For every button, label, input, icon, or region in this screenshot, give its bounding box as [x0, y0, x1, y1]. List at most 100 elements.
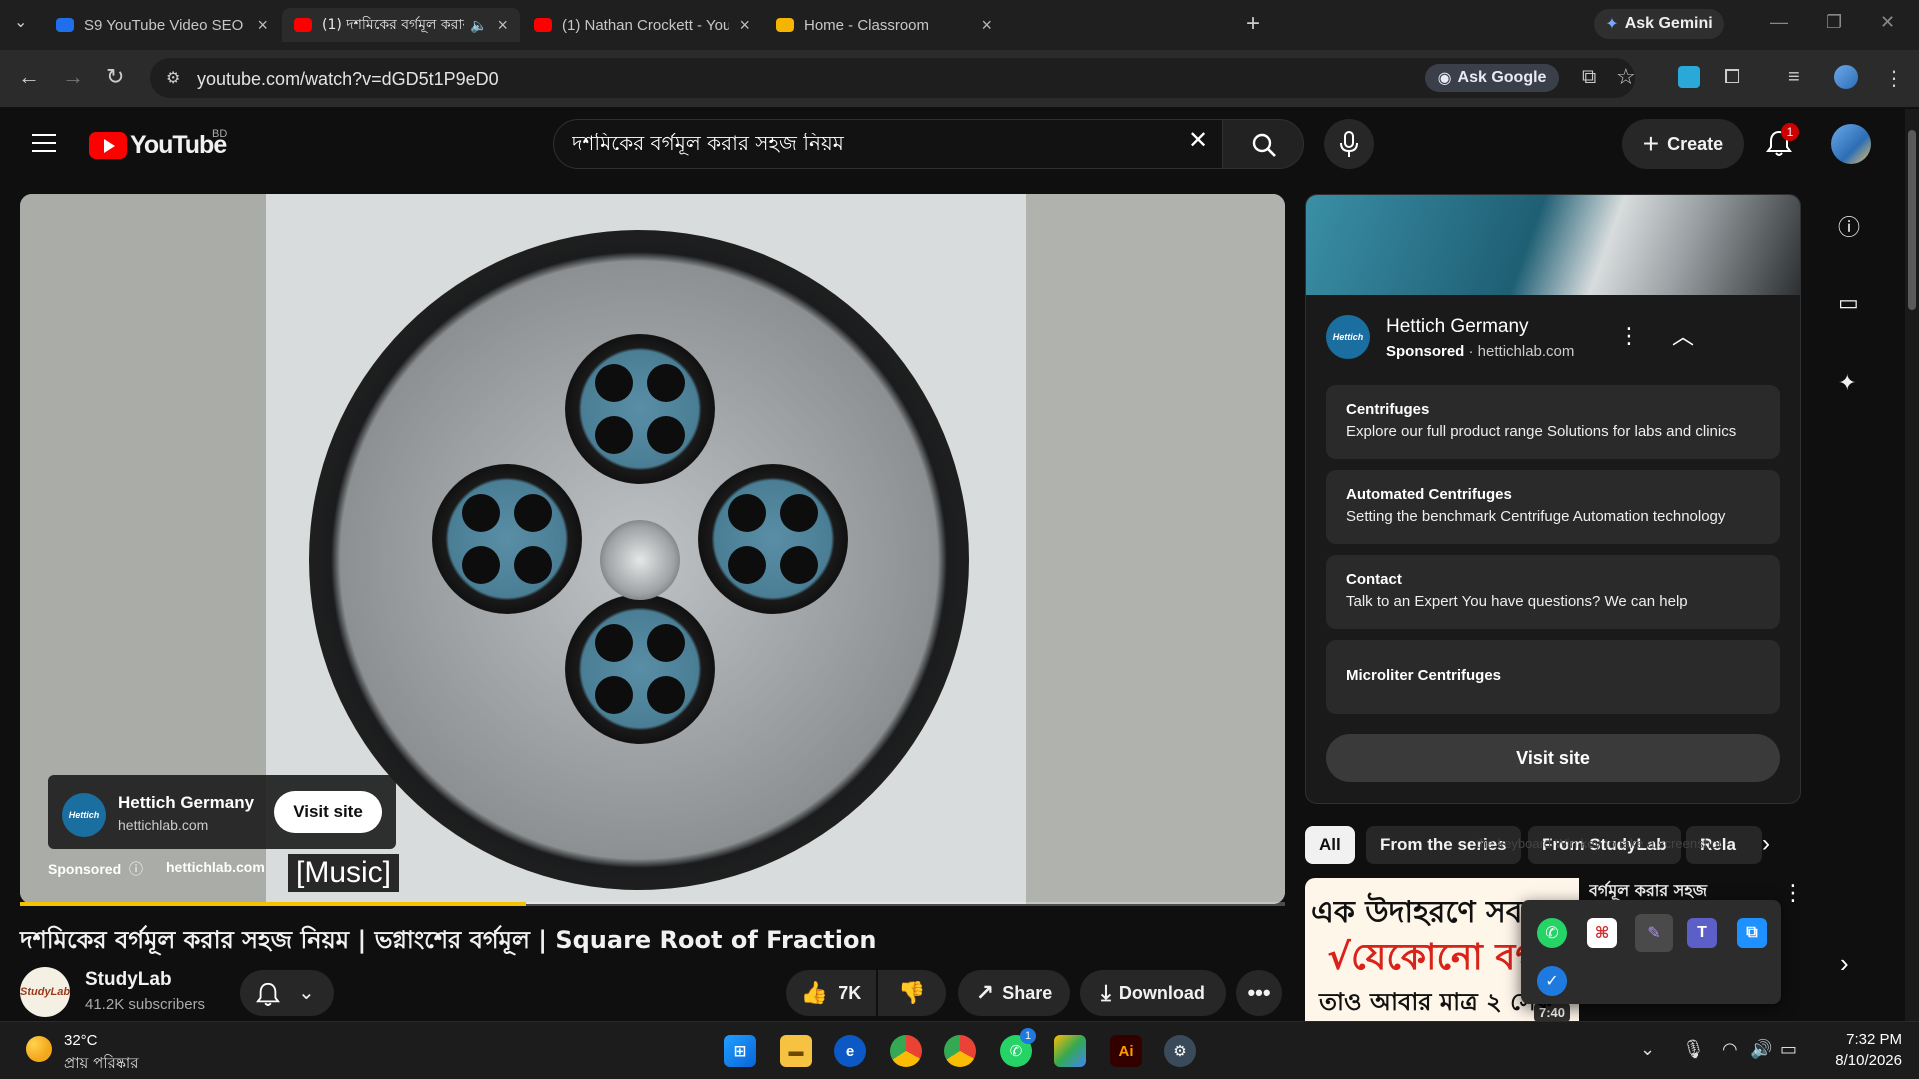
clear-search-icon[interactable]: ✕: [1188, 126, 1208, 155]
more-actions-button[interactable]: •••: [1236, 970, 1282, 1016]
tab-close-icon[interactable]: ×: [257, 15, 268, 36]
address-bar[interactable]: ⚙ youtube.com/watch?v=dGD5t1P9eD0 ◉ Ask …: [150, 58, 1636, 98]
pdf-app-icon[interactable]: ⌘: [1587, 918, 1617, 948]
install-app-icon[interactable]: ⧉: [1582, 66, 1596, 89]
adobe-illustrator-icon[interactable]: Ai: [1110, 1035, 1142, 1067]
tab-seo-workshop[interactable]: S9 YouTube Video SEO | Workm ×: [44, 8, 280, 42]
ad-sitelink[interactable]: Centrifuges Explore our full product ran…: [1326, 385, 1780, 459]
notification-preference-button[interactable]: ⌄: [240, 970, 334, 1016]
close-window-icon[interactable]: ✕: [1880, 12, 1895, 33]
site-info-icon[interactable]: ⚙: [166, 68, 180, 88]
pen-app-icon[interactable]: ✎: [1635, 914, 1673, 952]
security-shield-icon[interactable]: ✓: [1537, 966, 1567, 996]
like-button[interactable]: 👍 7K: [786, 970, 876, 1016]
create-button[interactable]: + Create: [1622, 119, 1744, 169]
youtube-logo[interactable]: YouTube BD: [89, 128, 227, 160]
channel-name[interactable]: StudyLab: [85, 969, 172, 991]
visit-site-button[interactable]: Visit site: [274, 791, 382, 833]
sponsored-domain-link[interactable]: hettichlab.com: [166, 859, 265, 875]
tab-current-video[interactable]: (1) দশমিকের বর্গমূল করার স 🔈 ×: [282, 8, 520, 42]
chrome-profile-icon[interactable]: [944, 1035, 976, 1067]
channel-avatar[interactable]: StudyLab: [20, 967, 70, 1017]
new-tab-icon[interactable]: +: [1246, 10, 1260, 38]
bookmark-star-icon[interactable]: ☆: [1616, 64, 1636, 90]
tab-close-icon[interactable]: ×: [739, 15, 750, 36]
subscriber-count: 41.2K subscribers: [85, 996, 206, 1013]
share-button[interactable]: ↗ Share: [958, 970, 1070, 1016]
voice-search-button[interactable]: [1324, 119, 1374, 169]
tab-nathan-crockett[interactable]: (1) Nathan Crockett - YouTube ×: [522, 8, 762, 42]
snipping-tool-icon[interactable]: ⧉: [1737, 918, 1767, 948]
next-chevron-icon[interactable]: ›: [1840, 948, 1849, 979]
screenshot-hint-text: the keyboard Win key to take a screensho…: [1476, 836, 1722, 851]
notification-badge: 1: [1781, 123, 1799, 141]
account-avatar[interactable]: [1831, 124, 1871, 164]
edge-browser-icon[interactable]: e: [834, 1035, 866, 1067]
forward-arrow-icon[interactable]: →: [62, 64, 84, 90]
weather-sun-icon[interactable]: [26, 1036, 52, 1062]
info-icon[interactable]: ⓘ: [1838, 210, 1860, 242]
collapse-chevron-up-icon[interactable]: ︿: [1672, 319, 1694, 351]
ad-sitelink[interactable]: Microliter Centrifuges: [1326, 640, 1780, 714]
ask-sparkle-icon[interactable]: ✦: [1838, 370, 1856, 396]
search-box: [553, 119, 1223, 169]
url-text[interactable]: youtube.com/watch?v=dGD5t1P9eD0: [197, 69, 499, 90]
clock-time[interactable]: 7:32 PM: [1830, 1031, 1902, 1048]
volume-icon[interactable]: 🔊: [1750, 1039, 1772, 1060]
download-icon: ⤓: [1101, 980, 1111, 1005]
battery-icon[interactable]: ▭: [1780, 1039, 1797, 1060]
file-explorer-icon[interactable]: ▬: [780, 1035, 812, 1067]
hamburger-menu-icon[interactable]: [32, 134, 56, 158]
recommendation-more-icon[interactable]: ⋮: [1782, 880, 1804, 906]
tray-overflow-chevron-icon[interactable]: ⌄: [1640, 1039, 1655, 1060]
advertiser-logo[interactable]: Hettich: [1326, 315, 1370, 359]
sponsored-line: Sponsored · hettichlab.com: [1386, 343, 1574, 360]
sitelink-description: Talk to an Expert You have questions? We…: [1346, 593, 1688, 610]
whatsapp-icon[interactable]: ✆: [1537, 918, 1567, 948]
scrollbar-thumb[interactable]: [1908, 130, 1916, 310]
chrome-icon[interactable]: [890, 1035, 922, 1067]
video-frame-background: [1025, 194, 1285, 904]
extensions-puzzle-icon[interactable]: ⧠: [1724, 66, 1740, 89]
ad-banner-image[interactable]: [1306, 195, 1800, 295]
player-ad-card[interactable]: Hettich Hettich Germany hettichlab.com V…: [48, 775, 396, 849]
visit-site-button[interactable]: Visit site: [1326, 734, 1780, 782]
chip-all[interactable]: All: [1305, 826, 1355, 864]
download-button[interactable]: ⤓ Download: [1080, 970, 1226, 1016]
windows-start-icon[interactable]: ⊞: [724, 1035, 756, 1067]
tab-audio-icon[interactable]: 🔈: [470, 17, 487, 34]
browser-tab-strip: ⌄ S9 YouTube Video SEO | Workm × (1) দশম…: [0, 0, 1919, 50]
search-button[interactable]: [1222, 119, 1304, 169]
ask-gemini-button[interactable]: ✦ Ask Gemini: [1594, 9, 1724, 39]
tab-close-icon[interactable]: ×: [981, 15, 992, 36]
video-title: দশমিকের বর্গমূল করার সহজ নিয়ম | ভগ্নাংশ…: [20, 926, 877, 954]
browser-menu-icon[interactable]: ⋮: [1884, 66, 1904, 91]
weather-temperature[interactable]: 32°C: [64, 1032, 98, 1049]
media-control-icon[interactable]: ≡: [1788, 66, 1800, 89]
chat-icon[interactable]: ▭: [1838, 290, 1859, 316]
tab-search-chevron-icon[interactable]: ⌄: [14, 12, 27, 32]
search-input[interactable]: [572, 133, 1132, 157]
tab-classroom[interactable]: Home - Classroom ×: [764, 8, 1004, 42]
ad-sitelink[interactable]: Automated Centrifuges Setting the benchm…: [1326, 470, 1780, 544]
reload-icon[interactable]: ↻: [106, 64, 124, 90]
wifi-icon[interactable]: ◠: [1722, 1039, 1738, 1060]
teams-icon[interactable]: T: [1687, 918, 1717, 948]
extension-icon[interactable]: [1678, 66, 1700, 88]
ask-google-button[interactable]: ◉ Ask Google: [1425, 64, 1559, 92]
minimize-icon[interactable]: —: [1770, 12, 1788, 33]
tab-close-icon[interactable]: ×: [497, 15, 508, 36]
weather-description[interactable]: প্রায় পরিষ্কার: [64, 1052, 139, 1077]
settings-gear-icon[interactable]: ⚙: [1164, 1035, 1196, 1067]
back-arrow-icon[interactable]: ←: [18, 64, 40, 90]
ad-more-options-icon[interactable]: ⋮: [1618, 323, 1640, 349]
advertiser-name[interactable]: Hettich Germany: [1386, 316, 1529, 338]
profile-avatar-icon[interactable]: [1834, 65, 1858, 89]
mic-muted-icon[interactable]: 🎙: [1682, 1039, 1705, 1060]
info-icon[interactable]: ⓘ: [129, 861, 143, 877]
restore-icon[interactable]: ❐: [1826, 12, 1842, 33]
dislike-button[interactable]: 👎: [878, 970, 946, 1016]
ad-sitelink[interactable]: Contact Talk to an Expert You have quest…: [1326, 555, 1780, 629]
clock-date[interactable]: 8/10/2026: [1812, 1052, 1902, 1069]
google-photos-icon[interactable]: [1054, 1035, 1086, 1067]
